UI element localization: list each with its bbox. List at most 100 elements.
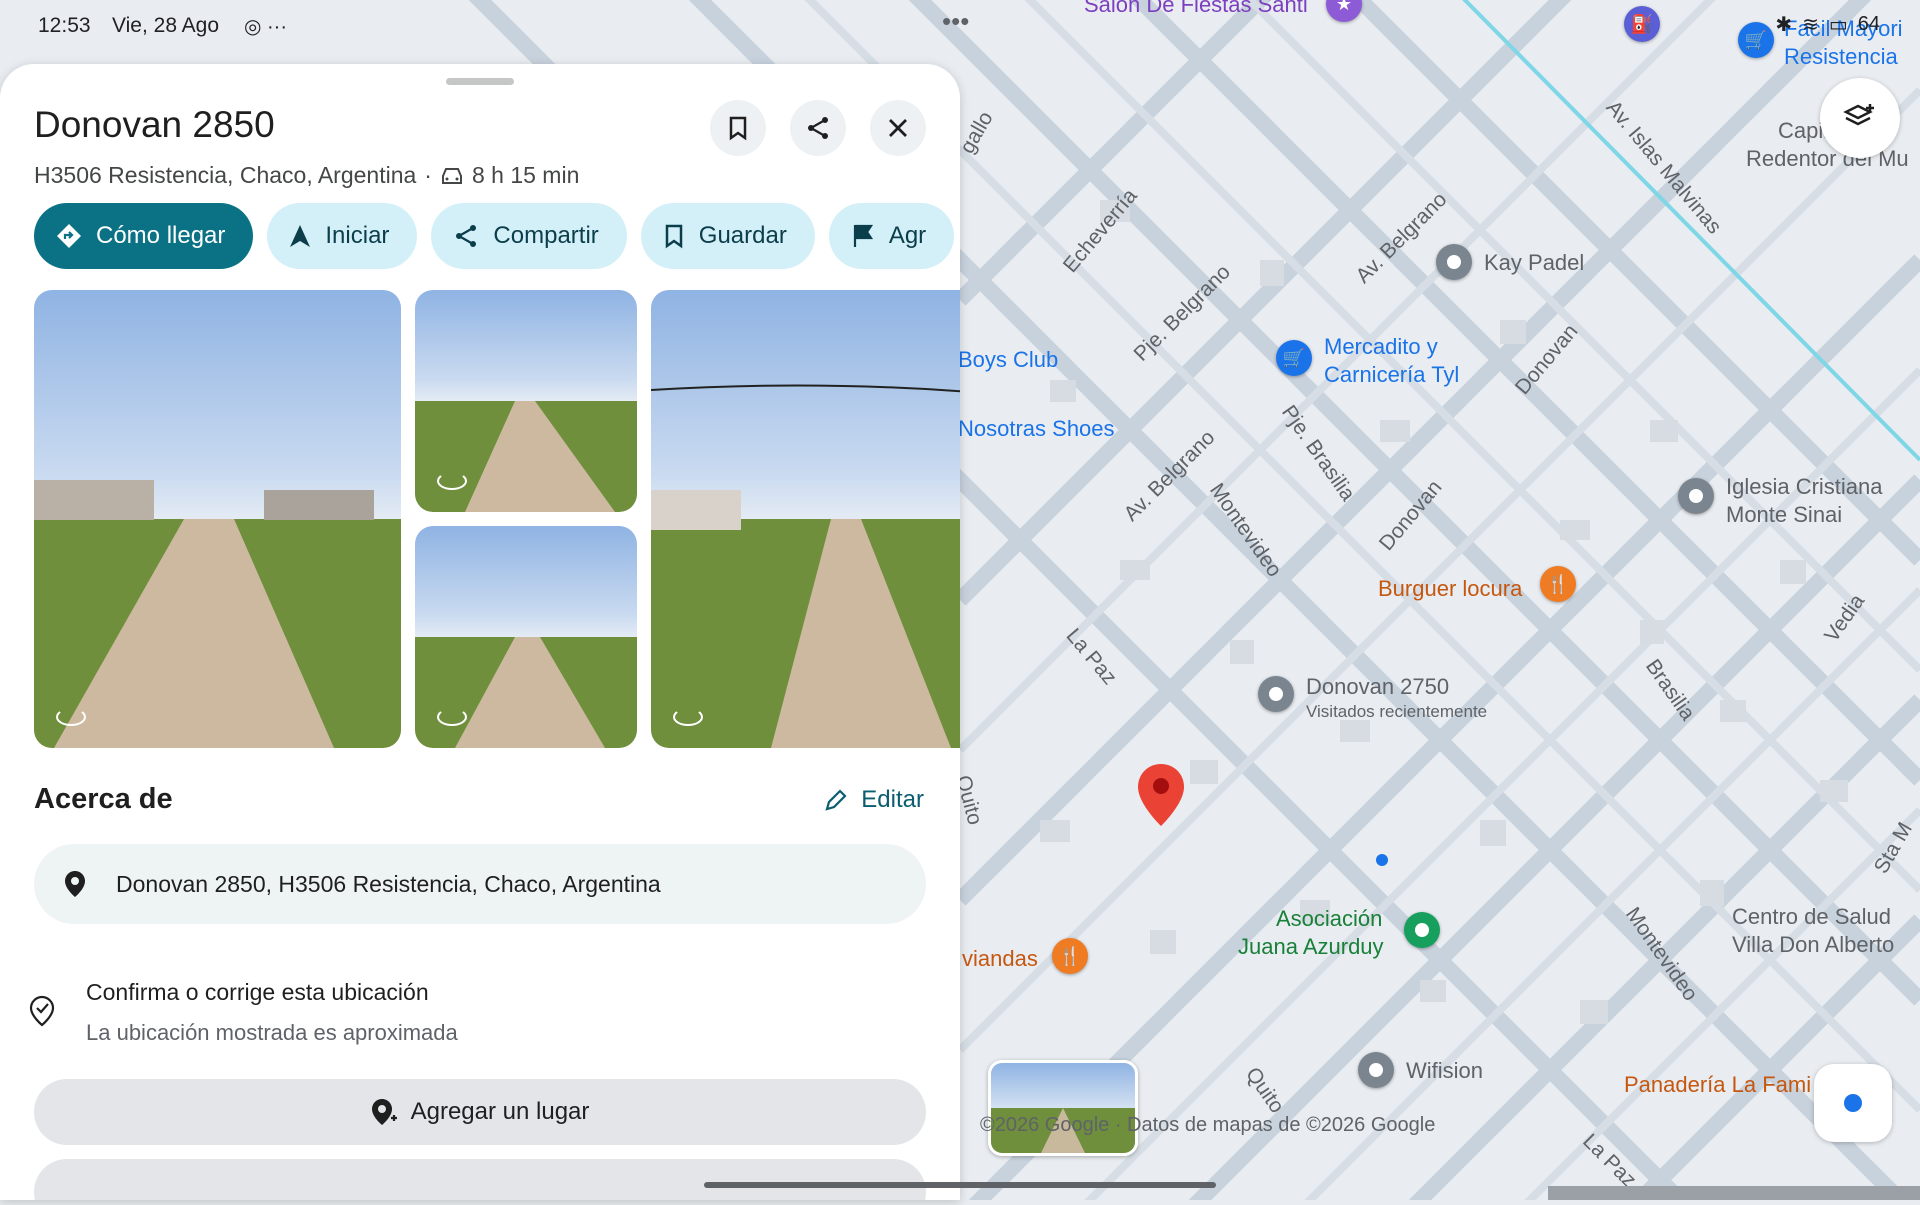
directions-button[interactable]: Cómo llegar <box>34 203 254 269</box>
bluetooth-icon: ✱ <box>1775 14 1793 36</box>
poi-label-boys-club[interactable]: Boys Club <box>958 347 1058 373</box>
poi-label-panaderia[interactable]: Panadería La Fami <box>1624 1072 1811 1098</box>
road-image <box>34 480 374 748</box>
confirm-location-row[interactable]: Confirma o corrige esta ubicación La ubi… <box>28 979 458 1046</box>
add-label-text: Agr <box>888 222 927 249</box>
directions-icon <box>57 224 81 248</box>
save-label: Guardar <box>698 222 787 249</box>
street-view-photo[interactable] <box>415 290 637 512</box>
place-title: Donovan 2850 <box>34 104 275 145</box>
share-label: Compartir <box>493 222 599 249</box>
action-chips: Cómo llegar Iniciar Compartir Guardar Ag… <box>34 203 955 269</box>
add-place-button[interactable]: Agregar un lugar <box>34 1079 926 1145</box>
close-button[interactable] <box>870 100 926 156</box>
share-icon <box>456 225 477 247</box>
start-button[interactable]: Iniciar <box>267 203 418 269</box>
street-view-photo[interactable] <box>651 290 960 748</box>
street-view-photo[interactable] <box>34 290 401 748</box>
directions-label: Cómo llegar <box>96 222 226 249</box>
place-subtitle: H3506 Resistencia, Chaco, Argentina · 8 … <box>34 162 579 189</box>
confirm-subtitle: La ubicación mostrada es aproximada <box>86 1020 458 1045</box>
organization-icon[interactable] <box>1404 912 1440 948</box>
wifi-icon: ≋ <box>1802 14 1819 36</box>
travel-time: 8 h 15 min <box>471 162 580 188</box>
360-icon <box>437 708 467 726</box>
add-place-label: Agregar un lugar <box>410 1098 590 1125</box>
subtitle-address: H3506 Resistencia, Chaco, Argentina <box>34 162 417 188</box>
share-icon-button[interactable] <box>790 100 846 156</box>
add-label-button[interactable]: Agr <box>828 203 955 269</box>
battery-level: 64 <box>1857 13 1880 35</box>
address-row[interactable]: Donovan 2850, H3506 Resistencia, Chaco, … <box>34 844 926 924</box>
bottom-edge-bar <box>1548 1186 1920 1200</box>
edit-button[interactable]: Editar <box>823 786 924 814</box>
restaurant-icon[interactable]: 🍴 <box>1540 566 1576 602</box>
more-dots-icon[interactable]: ••• <box>942 6 969 37</box>
restaurant-icon[interactable]: 🍴 <box>1052 938 1088 974</box>
place-marker-icon[interactable] <box>1436 244 1472 280</box>
street-view-photo[interactable] <box>415 526 637 748</box>
flag-icon <box>853 224 873 247</box>
map-dot-marker <box>1376 854 1388 866</box>
start-label: Iniciar <box>325 222 390 249</box>
street-view-thumbnail[interactable] <box>988 1060 1138 1156</box>
status-right-icons: ✱ ≋ ▭ 64 <box>1775 12 1880 37</box>
car-icon <box>441 167 462 184</box>
status-date: Vie, 28 Ago <box>112 14 220 37</box>
share-button[interactable]: Compartir <box>431 203 627 269</box>
poi-label-nosotras[interactable]: Nosotras Shoes <box>958 416 1115 442</box>
poi-label-centro-salud[interactable]: Centro de Salud <box>1732 904 1891 930</box>
subtitle-separator: · <box>424 162 432 188</box>
layers-button[interactable] <box>1820 78 1900 158</box>
close-icon <box>889 119 907 137</box>
poi-label-donovan-2750[interactable]: Donovan 2750 <box>1306 674 1449 700</box>
status-time: 12:53 <box>38 14 91 37</box>
recent-place-icon[interactable] <box>1258 676 1294 712</box>
bookmark-icon <box>729 116 747 141</box>
poi-label-capilla-2[interactable]: Redentor del Mu <box>1746 146 1909 172</box>
save-button[interactable]: Guardar <box>640 203 815 269</box>
status-bar: 12:53 Vie, 28 Ago ◎ ··· ••• ✱ ≋ ▭ 64 <box>0 0 1920 52</box>
add-location-icon <box>371 1099 397 1125</box>
road-image <box>651 384 960 748</box>
share-icon <box>808 117 828 139</box>
poi-label-viandas[interactable]: viandas <box>962 946 1038 972</box>
drag-handle[interactable] <box>446 78 514 85</box>
my-location-button[interactable] <box>1814 1064 1892 1142</box>
360-icon <box>673 708 703 726</box>
poi-label-visitados: Visitados recientemente <box>1306 702 1488 721</box>
location-check-icon <box>29 995 55 1027</box>
poi-label-asociacion-2[interactable]: Juana Azurduy <box>1238 934 1384 960</box>
bookmark-icon <box>665 224 683 249</box>
next-action-button[interactable] <box>34 1159 926 1200</box>
poi-label-mercadito[interactable]: Mercadito y <box>1324 334 1438 360</box>
poi-label-iglesia[interactable]: Iglesia Cristiana <box>1726 474 1883 500</box>
save-icon-button[interactable] <box>710 100 766 156</box>
poi-label-asociacion[interactable]: Asociación <box>1276 906 1382 932</box>
360-icon <box>56 708 86 726</box>
confirm-title: Confirma o corrige esta ubicación <box>86 979 429 1005</box>
360-icon <box>437 472 467 490</box>
status-app-icon: ◎ ··· <box>244 16 287 38</box>
about-heading: Acerca de <box>34 783 173 815</box>
pencil-icon <box>825 789 847 811</box>
layers-icon <box>1843 104 1874 126</box>
place-marker-icon[interactable] <box>1678 478 1714 514</box>
poi-label-burguer[interactable]: Burguer locura <box>1378 576 1522 602</box>
poi-label-centro-salud-2[interactable]: Villa Don Alberto <box>1732 932 1894 958</box>
place-marker-icon[interactable] <box>1358 1052 1394 1088</box>
selected-location-pin-icon[interactable] <box>1138 764 1184 826</box>
shopping-cart-icon[interactable]: 🛒 <box>1276 340 1312 376</box>
poi-label-mercadito-2[interactable]: Carnicería Tyl <box>1324 362 1459 388</box>
poi-label-kay-padel[interactable]: Kay Padel <box>1484 250 1584 276</box>
location-pin-icon <box>65 871 85 897</box>
full-address: Donovan 2850, H3506 Resistencia, Chaco, … <box>116 870 661 897</box>
map-copyright: ©2026 Google · Datos de mapas de ©2026 G… <box>980 1114 1436 1136</box>
edit-label: Editar <box>861 786 924 813</box>
battery-icon: ▭ <box>1828 14 1848 36</box>
poi-label-iglesia-2[interactable]: Monte Sinai <box>1726 502 1842 528</box>
gesture-home-bar[interactable] <box>704 1182 1216 1188</box>
poi-label-wifision[interactable]: Wifision <box>1406 1058 1483 1084</box>
navigation-arrow-icon <box>290 225 311 247</box>
place-details-panel: Donovan 2850 H3506 Resistencia, Chaco, A… <box>0 64 960 1200</box>
